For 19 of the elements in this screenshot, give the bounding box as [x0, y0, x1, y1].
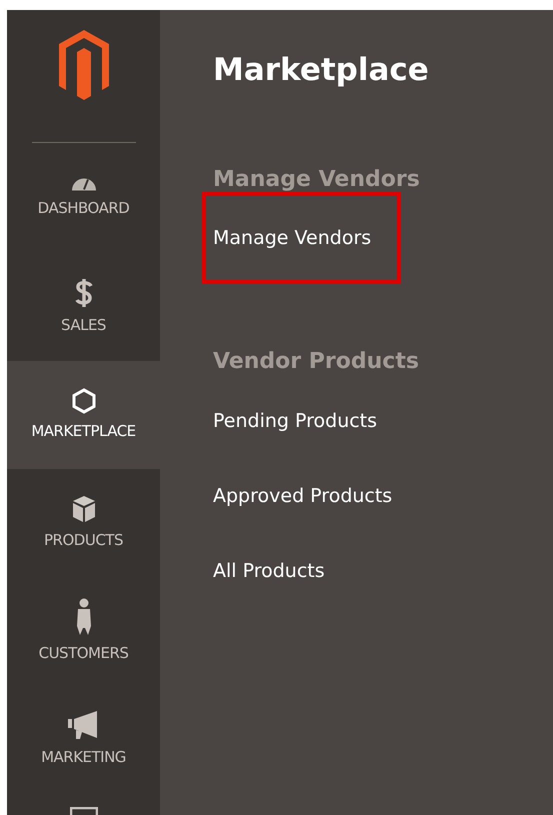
sidebar-item[interactable]: MARKETPLACE — [7, 361, 160, 469]
box-icon — [72, 494, 96, 523]
sidebar-item[interactable]: PRODUCTS — [7, 469, 160, 577]
sidebar-item[interactable]: DASHBOARD — [7, 145, 160, 253]
menu-link[interactable]: Pending Products — [213, 406, 378, 436]
sidebar-item[interactable]: CUSTOMERS — [7, 577, 160, 685]
sidebar-item[interactable]: MARKETING — [7, 685, 160, 793]
section-heading: Vendor Products — [213, 348, 420, 375]
section-heading: Manage Vendors — [213, 167, 421, 194]
logo-icon — [58, 30, 108, 100]
menu-link[interactable]: Approved Products — [213, 482, 392, 510]
menu-link[interactable]: All Products — [213, 556, 325, 586]
hexagon-icon — [72, 388, 96, 414]
person-icon — [74, 598, 92, 636]
window-icon — [70, 807, 98, 815]
gauge-icon — [70, 178, 96, 192]
sidebar-item[interactable]: SALES — [7, 253, 160, 361]
menu-title: Marketplace — [213, 52, 430, 90]
dollar-icon — [74, 278, 92, 308]
